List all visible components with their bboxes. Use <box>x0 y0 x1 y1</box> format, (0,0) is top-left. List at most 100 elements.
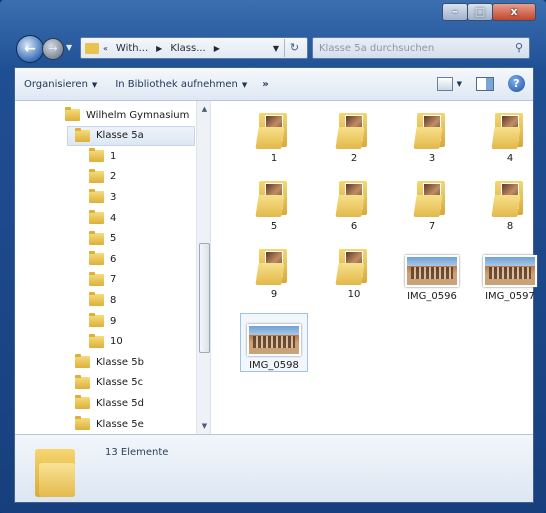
tree-item-label: 3 <box>110 191 117 203</box>
explorer-body: Organisieren ▼ In Bibliothek aufnehmen ▼ »… <box>14 67 537 503</box>
arrow-left-icon: ← <box>24 41 36 57</box>
folder-icon <box>89 292 104 307</box>
image-file-item[interactable]: IMG_0596 <box>398 245 466 302</box>
tree-item-label: 10 <box>110 336 123 348</box>
search-box[interactable]: ⚲ <box>312 37 530 59</box>
tree-item[interactable]: Klasse 5e <box>75 414 144 434</box>
chevron-down-icon: ▼ <box>91 80 98 89</box>
tree-item[interactable]: 8 <box>89 290 116 310</box>
scroll-up-icon[interactable]: ▲ <box>197 101 210 117</box>
chevron-down-icon: ▼ <box>241 80 248 89</box>
folder-item[interactable]: 5 <box>240 177 308 232</box>
tree-item[interactable]: 4 <box>89 208 116 228</box>
refresh-icon[interactable]: ↻ <box>284 39 304 57</box>
image-file-item[interactable]: IMG_0598 <box>240 313 308 372</box>
folder-icon <box>335 109 371 149</box>
navigation-scrollbar[interactable]: ▲ ▼ <box>196 101 210 434</box>
chevron-right-icon[interactable]: ▶ <box>156 44 162 53</box>
folder-icon <box>89 313 104 327</box>
tree-item[interactable]: 5 <box>89 229 116 249</box>
tree-item[interactable]: 3 <box>89 187 116 207</box>
address-bar[interactable]: « With... ▶ Klass... ▶ ▼ ↻ <box>80 37 308 59</box>
scrollbar-thumb[interactable] <box>199 243 210 353</box>
tree-item[interactable]: 9 <box>89 311 116 331</box>
folder-item[interactable]: 8 <box>476 177 544 232</box>
folder-item[interactable]: 3 <box>398 109 466 164</box>
view-options-dropdown[interactable]: ▼ <box>457 80 462 88</box>
tree-item-label: 9 <box>110 315 117 327</box>
folder-item[interactable]: 6 <box>320 177 388 232</box>
folder-icon <box>335 177 371 217</box>
folder-icon <box>75 374 90 389</box>
tree-item[interactable]: 10 <box>89 332 123 352</box>
tree-item[interactable]: 1 <box>89 146 116 166</box>
folder-icon <box>491 177 527 217</box>
tree-item[interactable]: Wilhelm Gymnasium <box>65 105 189 125</box>
tree-item[interactable]: Klasse 5a <box>67 125 195 146</box>
folder-item[interactable]: 9 <box>240 245 308 300</box>
include-library-menu[interactable]: In Bibliothek aufnehmen ▼ <box>106 79 256 90</box>
preview-pane-icon[interactable] <box>476 76 494 91</box>
tree-item[interactable]: Klasse 5b <box>75 352 144 372</box>
folder-icon <box>89 333 104 348</box>
folder-icon <box>75 416 90 430</box>
item-label: 2 <box>350 153 358 164</box>
tree-item[interactable]: Klasse 5d <box>75 393 144 413</box>
image-file-item[interactable]: IMG_0597 <box>476 245 544 302</box>
maximize-button[interactable]: □ <box>467 3 493 21</box>
address-dropdown-icon[interactable]: ▼ <box>273 44 279 53</box>
tree-item[interactable]: 2 <box>89 167 116 187</box>
folder-icon <box>89 230 104 245</box>
help-icon[interactable]: ? <box>508 75 525 92</box>
folder-item[interactable]: 10 <box>320 245 388 300</box>
folder-item[interactable]: 2 <box>320 109 388 164</box>
folder-icon <box>89 189 104 204</box>
folder-icon <box>89 148 104 163</box>
tree-item[interactable]: Klasse 5c <box>75 373 143 393</box>
chevron-right-icon[interactable]: ▶ <box>214 44 220 53</box>
tree-item-label: 8 <box>110 294 117 306</box>
folder-item[interactable]: 4 <box>476 109 544 164</box>
folder-icon <box>491 109 527 149</box>
back-button[interactable]: ← <box>16 35 44 63</box>
file-list: 1 2 3 4 5 6 7 8 9 10 IMG_0596 IMG_0597 IMG_0598 <box>212 101 537 434</box>
item-count: 13 Elemente <box>105 447 169 458</box>
breadcrumb-wilhelm[interactable]: With... <box>116 43 148 54</box>
search-input[interactable] <box>313 38 493 58</box>
tree-item-label: Klasse 5a <box>96 130 144 142</box>
breadcrumb-klasse[interactable]: Klass... <box>170 43 205 54</box>
photo-thumbnail <box>483 255 537 287</box>
change-view-icon[interactable] <box>436 76 453 91</box>
more-commands-button[interactable]: » <box>256 79 274 90</box>
folder-item[interactable]: 1 <box>240 109 308 164</box>
tree-item-label: Klasse 5e <box>96 418 144 430</box>
close-button[interactable]: x <box>492 3 536 21</box>
minimize-button[interactable]: – <box>442 3 468 21</box>
forward-button[interactable]: → <box>42 38 64 60</box>
folder-icon <box>255 109 291 149</box>
tree-item-label: Klasse 5d <box>96 397 144 409</box>
folder-icon <box>255 245 291 285</box>
folder-item[interactable]: 7 <box>398 177 466 232</box>
arrow-right-icon: → <box>48 42 58 55</box>
folder-icon <box>35 449 77 497</box>
tree-item[interactable]: 6 <box>89 249 116 269</box>
navigation-pane: Wilhelm Gymnasium Klasse 5a 1 2 3 4 5 6 7 8 9 10 Kla… <box>15 101 211 434</box>
tree-item[interactable]: 7 <box>89 270 116 290</box>
explorer-window: – □ x ← → ▼ « With... ▶ Klass... ▶ ▼ ↻ ⚲… <box>0 0 546 513</box>
search-icon[interactable]: ⚲ <box>515 41 523 54</box>
minimize-icon: – <box>452 5 458 18</box>
include-library-label: In Bibliothek aufnehmen <box>115 78 238 90</box>
tree-item-label: 6 <box>110 253 117 265</box>
item-label: 3 <box>428 153 436 164</box>
item-label: 5 <box>270 221 278 232</box>
tree-item-label: 1 <box>110 150 117 162</box>
tree-item-label: 7 <box>110 274 117 286</box>
command-bar: Organisieren ▼ In Bibliothek aufnehmen ▼ »… <box>15 68 533 101</box>
recent-pages-dropdown[interactable]: ▼ <box>66 43 72 52</box>
folder-icon <box>255 177 291 217</box>
item-label: 4 <box>506 153 514 164</box>
folder-icon <box>335 245 371 285</box>
organize-menu[interactable]: Organisieren ▼ <box>15 79 106 90</box>
scroll-down-icon[interactable]: ▼ <box>197 418 210 434</box>
